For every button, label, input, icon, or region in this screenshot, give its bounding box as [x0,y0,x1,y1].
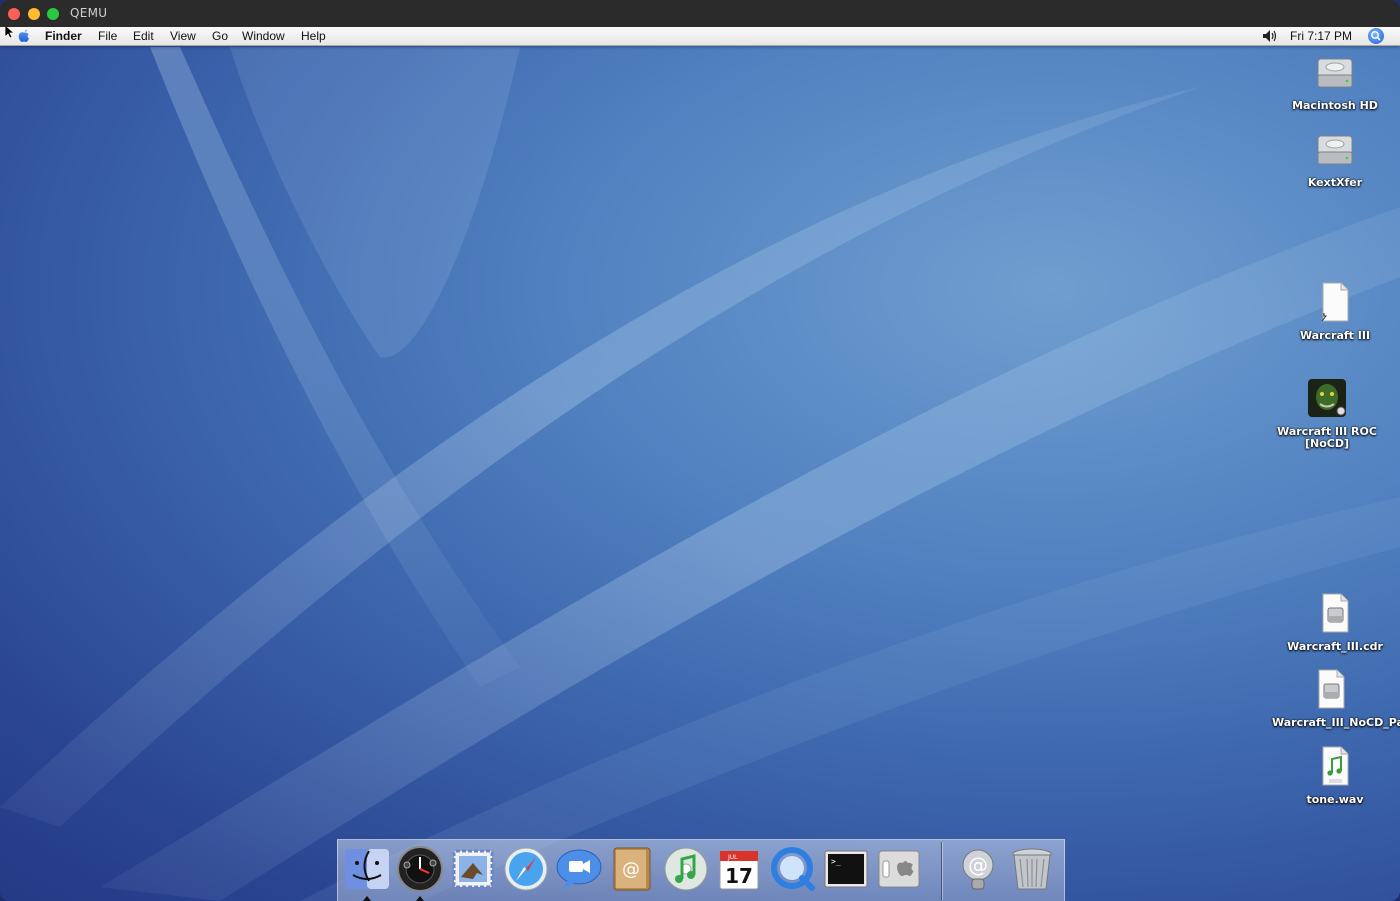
desktop-icon-label: Macintosh HD [1292,99,1378,112]
ical-icon: JUL 17 [719,850,759,890]
close-button[interactable] [8,8,20,20]
svg-text:>_: >_ [831,857,841,866]
dock-ical[interactable]: JUL 17 [715,845,763,893]
zoom-button[interactable] [47,8,59,20]
desktop-icon-label: Warcraft_III_NoCD_Pack.dmg [1272,716,1400,729]
svg-text:@: @ [968,853,988,877]
terminal-icon: >_ [824,850,868,888]
safari-icon [504,847,548,891]
desktop-icon-label: KextXfer [1307,176,1363,189]
spotlight-icon[interactable] [1368,28,1384,44]
desktop-icon-warcraft-iii-cdr[interactable]: Warcraft_III.cdr [1280,592,1390,653]
dock-finder[interactable] [343,845,391,893]
address-book-icon: @ [613,847,651,891]
dock-ichat[interactable] [555,845,603,893]
dock-terminal[interactable]: >_ [822,845,870,893]
dock-safari[interactable] [502,845,550,893]
window-title: QEMU [70,6,108,20]
dock-system-preferences[interactable] [875,845,923,893]
dock-dashboard[interactable] [396,845,444,893]
disk-image-icon [1318,669,1345,709]
wallpaper [0,47,1400,901]
finder-icon [345,849,389,889]
dock-address-book[interactable]: @ [608,845,656,893]
menu-edit[interactable]: Edit [133,29,154,43]
document-alias-icon [1321,282,1349,322]
window-titlebar[interactable]: QEMU [0,0,1400,28]
hard-disk-icon [1317,135,1353,165]
desktop-icon-kextxfer[interactable]: KextXfer [1280,128,1390,189]
desktop[interactable]: Finder File Edit View Go Window Help Fri… [0,27,1400,901]
audio-file-icon [1322,746,1349,786]
desktop-icon-macintosh-hd[interactable]: Macintosh HD [1280,51,1390,112]
dock-quicktime[interactable] [769,845,817,893]
menubar-clock[interactable]: Fri 7:17 PM [1290,29,1352,43]
dock: @ JUL 17 >_ @ [337,839,1065,901]
running-indicator [363,896,371,901]
ical-date: 17 [725,864,753,888]
desktop-icon-label: Warcraft III ROC [NoCD] [1277,425,1377,450]
dock-trash[interactable] [1008,845,1056,893]
dock-itunes[interactable] [662,845,710,893]
svg-text:@: @ [622,859,640,880]
ical-month: JUL [727,854,738,861]
at-sign-icon: @ [962,849,994,890]
trash-icon [1012,848,1052,890]
menu-help[interactable]: Help [301,29,326,43]
dock-separator [941,842,942,900]
menu-file[interactable]: File [98,29,117,43]
menu-finder[interactable]: Finder [45,29,82,43]
qemu-window: QEMU Finder File Edit View Go Window Hel… [0,0,1400,901]
warcraft-app-icon [1308,379,1346,417]
volume-icon[interactable] [1262,29,1278,43]
menu-window[interactable]: Window [242,29,285,43]
mail-icon [452,849,494,889]
mouse-pointer-icon [4,27,14,39]
menu-view[interactable]: View [170,29,196,43]
menu-bar: Finder File Edit View Go Window Help Fri… [0,27,1400,46]
dock-mail-downloads[interactable]: @ [954,845,1002,893]
desktop-icon-tone-wav[interactable]: tone.wav [1280,745,1390,806]
dock-mail[interactable] [449,845,497,893]
dashboard-icon [397,846,443,892]
desktop-icon-warcraft-iii-roc[interactable]: Warcraft III ROC [NoCD] [1272,377,1382,450]
itunes-icon [664,847,708,891]
desktop-icon-warcraft-iii-nocd-pack[interactable]: Warcraft_III_NoCD_Pack.dmg [1272,668,1400,729]
desktop-icon-label: tone.wav [1306,793,1364,806]
minimize-button[interactable] [28,8,40,20]
ichat-icon [556,849,602,889]
system-preferences-icon [878,850,920,888]
menu-go[interactable]: Go [212,29,228,43]
desktop-icon-label: Warcraft_III.cdr [1287,640,1383,653]
hard-disk-icon [1317,58,1353,88]
running-indicator [416,896,424,901]
apple-menu-icon[interactable] [16,28,32,44]
disk-image-icon [1322,593,1349,633]
quicktime-icon [771,847,815,891]
desktop-icon-warcraft-iii[interactable]: Warcraft III [1280,281,1390,342]
desktop-icon-label: Warcraft III [1299,329,1371,342]
